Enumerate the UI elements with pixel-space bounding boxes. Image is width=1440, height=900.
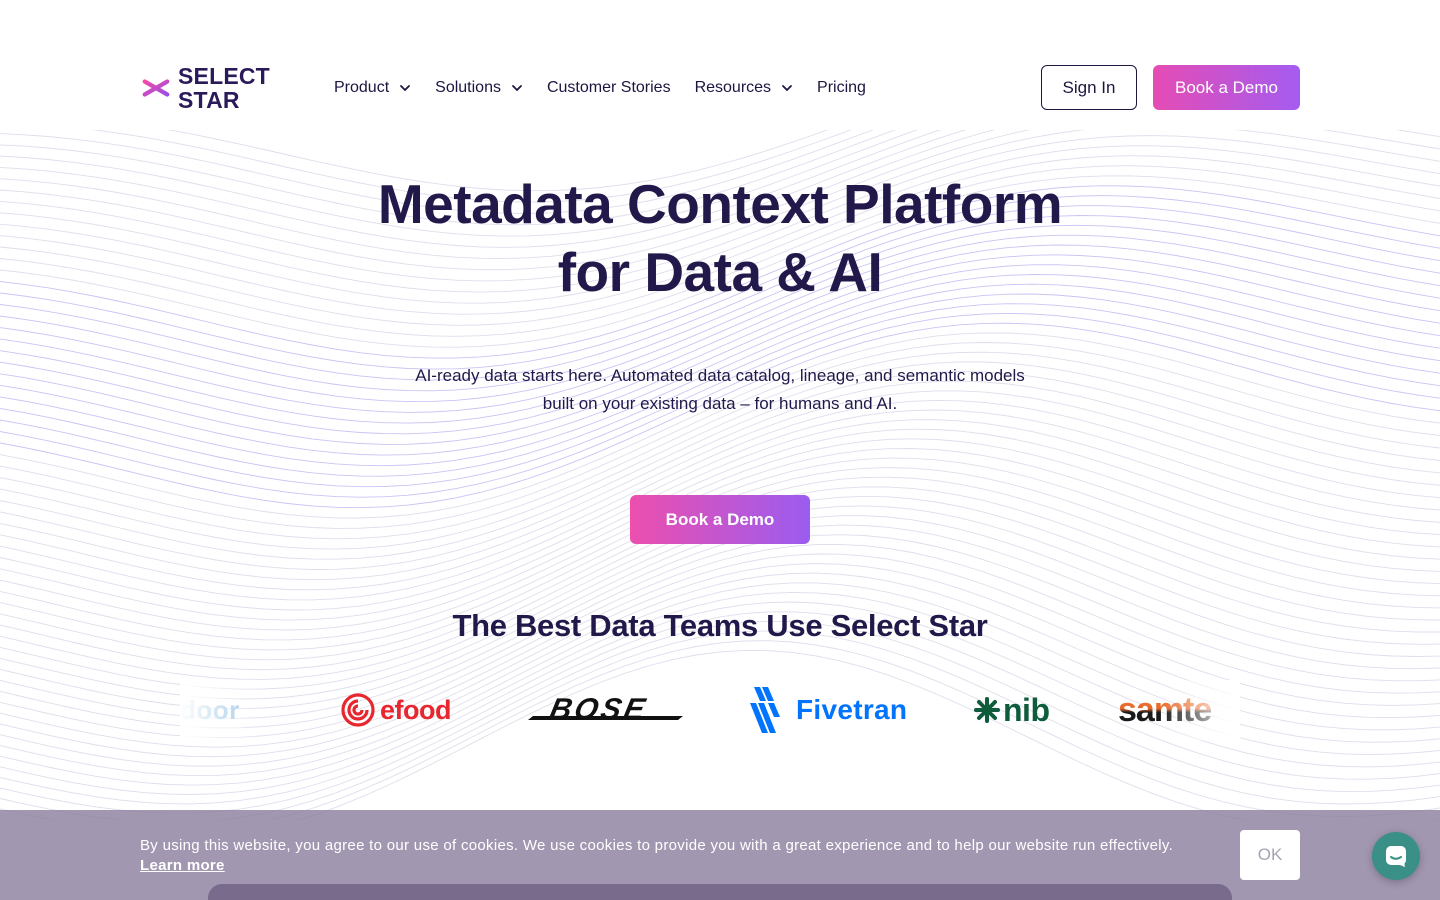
fivetran-logo: Fivetran bbox=[750, 680, 907, 740]
logo-strip-fade-left bbox=[180, 680, 260, 740]
nav-item-label: Resources bbox=[694, 79, 772, 96]
main-menu: Product Solutions Customer Stories Resou… bbox=[334, 76, 890, 100]
hero-title-line-2: for Data & AI bbox=[557, 241, 883, 303]
fivetran-mark-icon bbox=[750, 687, 780, 733]
asterisk-star-icon bbox=[142, 72, 170, 104]
efood-swirl-icon bbox=[341, 693, 375, 727]
learn-more-link[interactable]: Learn more bbox=[140, 856, 225, 876]
nav-item-solutions[interactable]: Solutions bbox=[435, 79, 523, 97]
wave-line bbox=[0, 390, 1440, 581]
hero-subtitle-line-2: built on your existing data – for humans… bbox=[542, 394, 898, 413]
chevron-down-icon bbox=[400, 85, 411, 91]
hero-title-line-1: Metadata Context Platform bbox=[377, 173, 1063, 235]
hero-subtitle-line-1: AI-ready data starts here. Automated dat… bbox=[415, 366, 1025, 385]
efood-logo: efood bbox=[340, 680, 452, 740]
cookie-banner: By using this website, you agree to our … bbox=[0, 810, 1440, 900]
customers-heading: The Best Data Teams Use Select Star bbox=[452, 608, 988, 643]
chevron-down-icon bbox=[782, 85, 792, 91]
chat-launcher-button[interactable] bbox=[1372, 832, 1420, 880]
nav-item-label: Product bbox=[334, 79, 390, 96]
hero-title: Metadata Context Platform for Data & AI bbox=[320, 170, 1120, 306]
nib-logo: nib bbox=[974, 680, 1050, 740]
sign-in-button[interactable]: Sign In bbox=[1041, 65, 1137, 110]
efood-logo-text: efood bbox=[380, 694, 452, 725]
logo-strip-fade-right bbox=[1160, 680, 1240, 740]
nav-item-product[interactable]: Product bbox=[334, 79, 411, 97]
nav-item-label: Solutions bbox=[435, 79, 501, 96]
nib-star-icon bbox=[974, 697, 1000, 723]
select-star-logo[interactable]: SELECT STAR bbox=[140, 62, 272, 114]
cookie-ok-button[interactable]: OK bbox=[1240, 830, 1300, 880]
logo-line-2: STAR bbox=[178, 87, 240, 113]
logo-wordmark: SELECT STAR bbox=[178, 64, 270, 112]
nav-item-resources[interactable]: Resources bbox=[695, 79, 793, 97]
chevron-down-icon bbox=[512, 85, 522, 91]
nav-item-pricing[interactable]: Pricing bbox=[817, 79, 866, 97]
bose-logo-text: BOSE bbox=[546, 693, 651, 726]
chat-bubble-icon bbox=[1386, 846, 1406, 867]
nav-item-label: Customer Stories bbox=[546, 79, 671, 96]
customer-logo-strip: door efood BOSE Fivetran bbox=[180, 680, 1240, 740]
nav-item-label: Pricing bbox=[817, 79, 866, 96]
book-demo-nav-button[interactable]: Book a Demo bbox=[1153, 65, 1300, 110]
logo-line-1: SELECT bbox=[178, 63, 270, 89]
nav-item-customer-stories[interactable]: Customer Stories bbox=[547, 79, 671, 97]
cookie-message: By using this website, you agree to our … bbox=[140, 836, 1200, 876]
top-navigation: SELECT STAR Product Solutions Customer S… bbox=[0, 0, 1440, 130]
fivetran-logo-text: Fivetran bbox=[796, 694, 908, 725]
nib-logo-text: nib bbox=[1003, 691, 1050, 728]
cookie-text: By using this website, you agree to our … bbox=[140, 837, 1174, 854]
hero-subtitle: AI-ready data starts here. Automated dat… bbox=[370, 362, 1070, 418]
bose-logo: BOSE bbox=[528, 680, 683, 740]
book-demo-hero-button[interactable]: Book a Demo bbox=[630, 495, 810, 544]
